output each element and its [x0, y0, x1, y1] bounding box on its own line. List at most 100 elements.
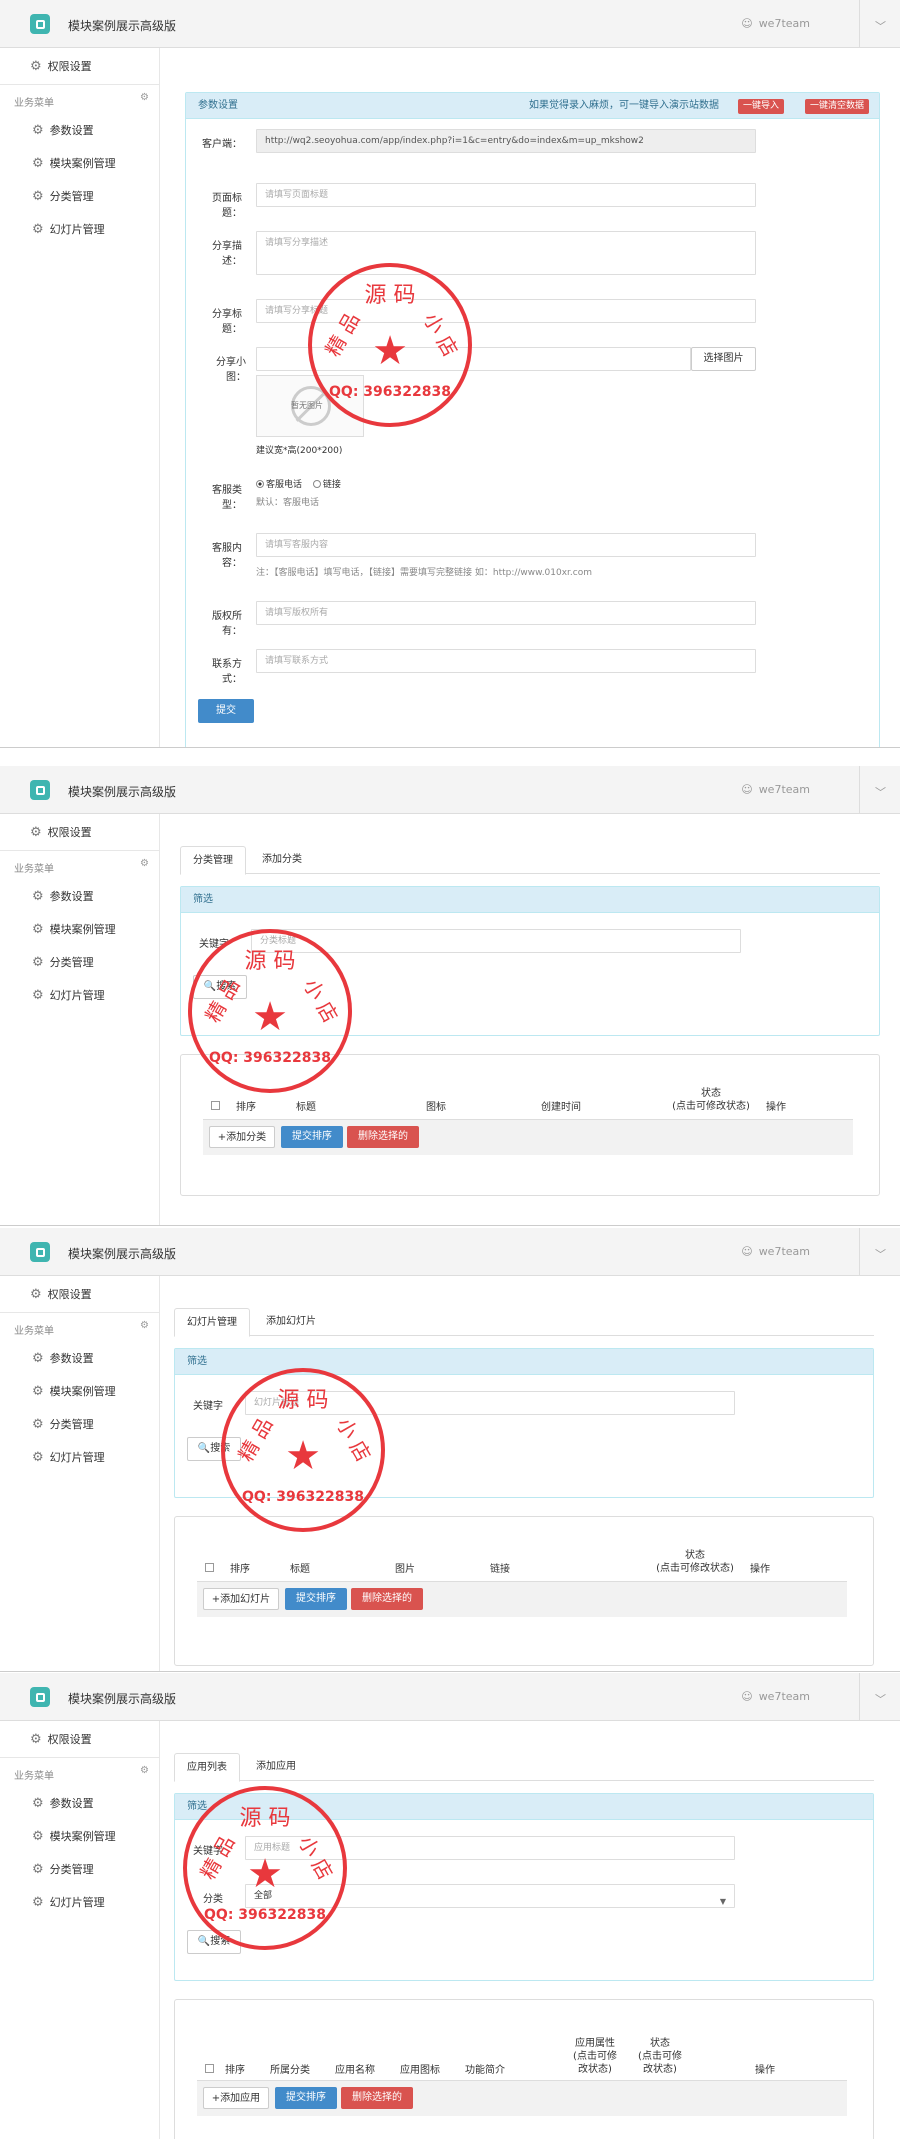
gear-icon: ⚙	[32, 1450, 44, 1465]
gear-icon: ⚙	[32, 922, 44, 937]
sidebar-item-permission[interactable]: ⚙ 权限设置	[30, 824, 92, 840]
category-select[interactable]: 全部 ▼	[245, 1884, 735, 1908]
submit-sort-button[interactable]: 提交排序	[281, 1126, 343, 1148]
share-desc-label: 分享描述：	[212, 241, 242, 267]
search-button[interactable]: 🔍搜索	[187, 1437, 241, 1461]
client-url-field[interactable]: http://wq2.seoyohua.com/app/index.php?i=…	[256, 129, 756, 153]
contact-input[interactable]: 请填写联系方式	[256, 649, 756, 673]
search-button[interactable]: 🔍搜索	[187, 1930, 241, 1954]
sidebar-item-settings[interactable]: ⚙ 参数设置	[32, 1795, 94, 1811]
select-all-checkbox[interactable]	[205, 1563, 214, 1572]
sidebar-item-permission[interactable]: ⚙ 权限设置	[30, 58, 92, 74]
sidebar-item-slides[interactable]: ⚙ 幻灯片管理	[32, 1894, 105, 1910]
screen-settings: 模块案例展示高级版 ☺ we7team ﹀ ⚙ 权限设置 业务菜单 ⚙ ⚙ 参数设置 …	[0, 0, 900, 748]
gear-icon: ⚙	[30, 1732, 42, 1747]
select-all-checkbox[interactable]	[205, 2064, 214, 2073]
copyright-input[interactable]: 请填写版权所有	[256, 601, 756, 625]
user-menu[interactable]: ☺ we7team	[741, 1245, 810, 1258]
divider	[0, 850, 160, 851]
sidebar-item-slides[interactable]: ⚙ 幻灯片管理	[32, 1449, 105, 1465]
add-slide-button[interactable]: +添加幻灯片	[203, 1588, 279, 1610]
gear-icon[interactable]: ⚙	[140, 1320, 149, 1331]
share-thumb-input[interactable]	[256, 347, 691, 371]
radio-phone[interactable]	[256, 480, 264, 488]
sidebar-item-slides[interactable]: ⚙ 幻灯片管理	[32, 987, 105, 1003]
wechat-icon: ☺	[741, 17, 753, 30]
clear-data-button[interactable]: 一键清空数据	[804, 99, 869, 114]
sidebar-item-category[interactable]: ⚙ 分类管理	[32, 188, 94, 204]
service-content-label: 客服内容：	[212, 543, 242, 569]
chevron-down-icon[interactable]: ﹀	[875, 18, 886, 34]
action-bar: +添加应用 提交排序 删除选择的	[197, 2080, 847, 2116]
gear-icon[interactable]: ⚙	[140, 858, 149, 869]
divider	[0, 1312, 160, 1313]
gear-icon[interactable]: ⚙	[140, 92, 149, 103]
radio-link[interactable]	[312, 480, 321, 488]
gear-icon: ⚙	[30, 825, 42, 840]
page-title-input[interactable]: 请填写页面标题	[256, 183, 756, 207]
sidebar-item-permission[interactable]: ⚙ 权限设置	[30, 1286, 92, 1302]
main-content: 参数设置 如果觉得录入麻烦，可一键导入演示站数据 一键导入 一键清空数据 客户端…	[160, 48, 900, 747]
choose-image-button[interactable]: 选择图片	[691, 347, 756, 371]
sidebar-item-permission[interactable]: ⚙ 权限设置	[30, 1731, 92, 1747]
tab-category-list[interactable]: 分类管理	[180, 846, 246, 875]
import-button[interactable]: 一键导入	[737, 99, 784, 114]
sidebar-item-settings[interactable]: ⚙ 参数设置	[32, 1350, 94, 1366]
search-button[interactable]: 🔍搜索	[193, 975, 247, 999]
delete-selected-button[interactable]: 删除选择的	[341, 2087, 413, 2109]
select-all-checkbox[interactable]	[211, 1101, 220, 1110]
delete-selected-button[interactable]: 删除选择的	[351, 1588, 423, 1610]
col-sort: 排序	[236, 1102, 256, 1113]
keyword-input[interactable]: 幻灯片标题	[245, 1391, 735, 1415]
submit-sort-button[interactable]: 提交排序	[275, 2087, 337, 2109]
service-content-note: 注：【客服电话】填写电话，【链接】需要填写完整链接 如：http://www.0…	[256, 568, 593, 578]
sidebar-item-cases[interactable]: ⚙ 模块案例管理	[32, 921, 116, 937]
keyword-input[interactable]: 分类标题	[251, 929, 741, 953]
app-title: 模块案例展示高级版	[68, 785, 177, 799]
col-intro: 功能简介	[465, 2065, 505, 2076]
sidebar-item-cases[interactable]: ⚙ 模块案例管理	[32, 1383, 116, 1399]
gear-icon: ⚙	[32, 189, 44, 204]
submit-button[interactable]: 提交	[198, 699, 254, 723]
tab-app-list[interactable]: 应用列表	[174, 1753, 240, 1782]
chevron-down-icon[interactable]: ﹀	[875, 1691, 886, 1707]
sidebar-item-category[interactable]: ⚙ 分类管理	[32, 954, 94, 970]
sidebar-item-settings[interactable]: ⚙ 参数设置	[32, 122, 94, 138]
sidebar-item-cases[interactable]: ⚙ 模块案例管理	[32, 1828, 116, 1844]
wechat-icon: ☺	[741, 783, 753, 796]
chevron-down-icon[interactable]: ﹀	[875, 784, 886, 800]
add-category-button[interactable]: +添加分类	[209, 1126, 275, 1148]
delete-selected-button[interactable]: 删除选择的	[347, 1126, 419, 1148]
tab-add-slide[interactable]: 添加幻灯片	[254, 1308, 328, 1337]
service-content-input[interactable]: 请填写客服内容	[256, 533, 756, 557]
filter-title: 筛选	[175, 1794, 873, 1820]
tab-slide-list[interactable]: 幻灯片管理	[174, 1308, 250, 1337]
add-app-button[interactable]: +添加应用	[203, 2087, 269, 2109]
user-menu[interactable]: ☺ we7team	[741, 783, 810, 796]
app-title: 模块案例展示高级版	[68, 1692, 177, 1706]
submit-sort-button[interactable]: 提交排序	[285, 1588, 347, 1610]
user-menu[interactable]: ☺ we7team	[741, 17, 810, 30]
gear-icon: ⚙	[32, 1895, 44, 1910]
sidebar-item-category[interactable]: ⚙ 分类管理	[32, 1861, 94, 1877]
gear-icon[interactable]: ⚙	[140, 1765, 149, 1776]
search-icon: 🔍	[203, 981, 217, 992]
keyword-input[interactable]: 应用标题	[245, 1836, 735, 1860]
sidebar-item-settings[interactable]: ⚙ 参数设置	[32, 888, 94, 904]
sidebar-item-cases[interactable]: ⚙ 模块案例管理	[32, 155, 116, 171]
app-title: 模块案例展示高级版	[68, 19, 177, 33]
col-actions: 操作	[750, 1564, 770, 1575]
chevron-down-icon[interactable]: ﹀	[875, 1246, 886, 1262]
user-menu[interactable]: ☺ we7team	[741, 1690, 810, 1703]
share-desc-textarea[interactable]: 请填写分享描述	[256, 231, 756, 275]
apps-table: 排序 所属分类 应用名称 应用图标 功能简介 应用属性 (点击可修 改状态) 状…	[174, 1999, 874, 2139]
main-content: 幻灯片管理 添加幻灯片 筛选 关键字 幻灯片标题 🔍搜索 排序 标题 图片 链接…	[160, 1276, 900, 1671]
tab-add-app[interactable]: 添加应用	[244, 1753, 308, 1782]
app-logo-icon	[30, 780, 50, 800]
share-title-input[interactable]: 请填写分享标题	[256, 299, 756, 323]
tab-add-category[interactable]: 添加分类	[250, 846, 314, 875]
sidebar-item-category[interactable]: ⚙ 分类管理	[32, 1416, 94, 1432]
service-type-radios: 客服电话 链接	[256, 477, 341, 490]
filter-panel: 筛选 关键字 应用标题 分类 全部 ▼ 🔍搜索	[174, 1793, 874, 1981]
sidebar-item-slides[interactable]: ⚙ 幻灯片管理	[32, 221, 105, 237]
